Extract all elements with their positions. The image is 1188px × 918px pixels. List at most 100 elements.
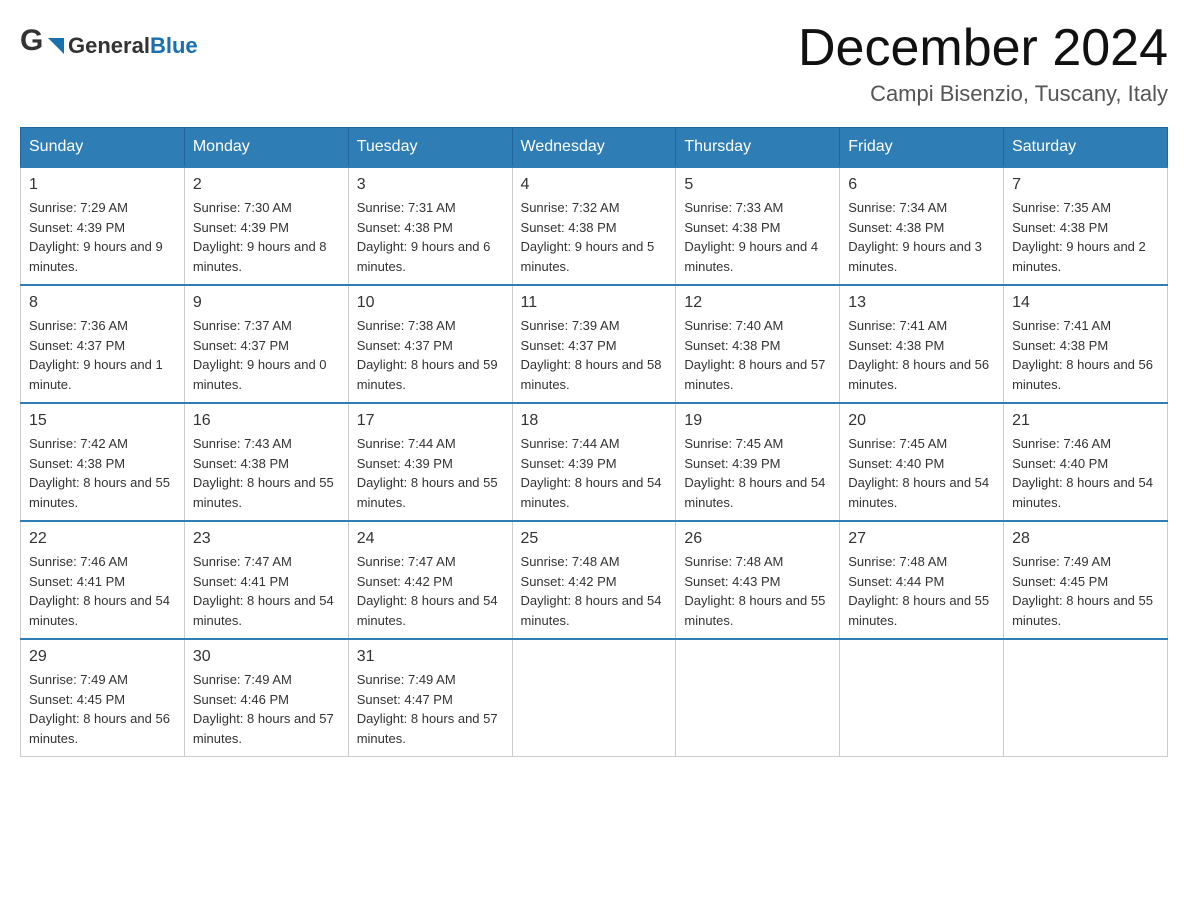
day-cell: 24 Sunrise: 7:47 AMSunset: 4:42 PMDayligh… (348, 521, 512, 639)
day-info: Sunrise: 7:42 AMSunset: 4:38 PMDaylight:… (29, 434, 176, 512)
day-number: 16 (193, 412, 340, 430)
day-cell: 14 Sunrise: 7:41 AMSunset: 4:38 PMDayligh… (1004, 285, 1168, 403)
day-cell: 28 Sunrise: 7:49 AMSunset: 4:45 PMDayligh… (1004, 521, 1168, 639)
day-number: 5 (684, 176, 831, 194)
day-cell: 13Sunrise: 7:41 AMSunset: 4:38 PMDayligh… (840, 285, 1004, 403)
col-header-tuesday: Tuesday (348, 128, 512, 168)
day-info: Sunrise: 7:44 AMSunset: 4:39 PMDaylight:… (357, 434, 504, 512)
day-cell: 7 Sunrise: 7:35 AMSunset: 4:38 PMDaylight… (1004, 167, 1168, 285)
day-number: 14 (1012, 294, 1159, 312)
day-number: 2 (193, 176, 340, 194)
day-number: 1 (29, 176, 176, 194)
logo-blue-text: Blue (150, 33, 198, 58)
day-cell: 30Sunrise: 7:49 AMSunset: 4:46 PMDayligh… (184, 639, 348, 757)
day-number: 13 (848, 294, 995, 312)
day-number: 21 (1012, 412, 1159, 430)
day-info: Sunrise: 7:39 AMSunset: 4:37 PMDaylight:… (521, 316, 668, 394)
location-subtitle: Campi Bisenzio, Tuscany, Italy (798, 81, 1168, 107)
day-info: Sunrise: 7:38 AMSunset: 4:37 PMDaylight:… (357, 316, 504, 394)
day-cell: 11 Sunrise: 7:39 AMSunset: 4:37 PMDayligh… (512, 285, 676, 403)
day-info: Sunrise: 7:30 AMSunset: 4:39 PMDaylight:… (193, 198, 340, 276)
day-info: Sunrise: 7:31 AMSunset: 4:38 PMDaylight:… (357, 198, 504, 276)
day-info: Sunrise: 7:45 AMSunset: 4:39 PMDaylight:… (684, 434, 831, 512)
main-title: December 2024 (798, 20, 1168, 77)
day-cell: 6 Sunrise: 7:34 AMSunset: 4:38 PMDaylight… (840, 167, 1004, 285)
day-info: Sunrise: 7:29 AMSunset: 4:39 PMDaylight:… (29, 198, 176, 276)
day-number: 29 (29, 648, 176, 666)
day-number: 9 (193, 294, 340, 312)
day-info: Sunrise: 7:46 AMSunset: 4:41 PMDaylight:… (29, 552, 176, 630)
col-header-friday: Friday (840, 128, 1004, 168)
day-number: 7 (1012, 176, 1159, 194)
day-cell (512, 639, 676, 757)
day-number: 18 (521, 412, 668, 430)
col-header-thursday: Thursday (676, 128, 840, 168)
day-cell: 8Sunrise: 7:36 AMSunset: 4:37 PMDaylight… (21, 285, 185, 403)
day-cell: 26 Sunrise: 7:48 AMSunset: 4:43 PMDayligh… (676, 521, 840, 639)
day-info: Sunrise: 7:41 AMSunset: 4:38 PMDaylight:… (1012, 316, 1159, 394)
week-row-5: 29 Sunrise: 7:49 AMSunset: 4:45 PMDayligh… (21, 639, 1168, 757)
day-number: 10 (357, 294, 504, 312)
day-cell: 17 Sunrise: 7:44 AMSunset: 4:39 PMDayligh… (348, 403, 512, 521)
logo: G GeneralBlue (20, 20, 198, 72)
day-cell: 27Sunrise: 7:48 AMSunset: 4:44 PMDayligh… (840, 521, 1004, 639)
day-info: Sunrise: 7:35 AMSunset: 4:38 PMDaylight:… (1012, 198, 1159, 276)
day-info: Sunrise: 7:37 AMSunset: 4:37 PMDaylight:… (193, 316, 340, 394)
day-info: Sunrise: 7:45 AMSunset: 4:40 PMDaylight:… (848, 434, 995, 512)
col-header-saturday: Saturday (1004, 128, 1168, 168)
day-info: Sunrise: 7:40 AMSunset: 4:38 PMDaylight:… (684, 316, 831, 394)
day-cell: 31Sunrise: 7:49 AMSunset: 4:47 PMDayligh… (348, 639, 512, 757)
day-cell: 2 Sunrise: 7:30 AMSunset: 4:39 PMDaylight… (184, 167, 348, 285)
day-number: 22 (29, 530, 176, 548)
day-info: Sunrise: 7:33 AMSunset: 4:38 PMDaylight:… (684, 198, 831, 276)
day-number: 30 (193, 648, 340, 666)
day-number: 17 (357, 412, 504, 430)
day-info: Sunrise: 7:49 AMSunset: 4:45 PMDaylight:… (29, 670, 176, 748)
day-info: Sunrise: 7:48 AMSunset: 4:44 PMDaylight:… (848, 552, 995, 630)
week-row-2: 8Sunrise: 7:36 AMSunset: 4:37 PMDaylight… (21, 285, 1168, 403)
day-info: Sunrise: 7:34 AMSunset: 4:38 PMDaylight:… (848, 198, 995, 276)
col-header-sunday: Sunday (21, 128, 185, 168)
day-info: Sunrise: 7:48 AMSunset: 4:43 PMDaylight:… (684, 552, 831, 630)
day-info: Sunrise: 7:32 AMSunset: 4:38 PMDaylight:… (521, 198, 668, 276)
day-info: Sunrise: 7:49 AMSunset: 4:45 PMDaylight:… (1012, 552, 1159, 630)
day-cell: 5 Sunrise: 7:33 AMSunset: 4:38 PMDaylight… (676, 167, 840, 285)
day-info: Sunrise: 7:46 AMSunset: 4:40 PMDaylight:… (1012, 434, 1159, 512)
day-cell: 23Sunrise: 7:47 AMSunset: 4:41 PMDayligh… (184, 521, 348, 639)
day-cell: 16Sunrise: 7:43 AMSunset: 4:38 PMDayligh… (184, 403, 348, 521)
day-number: 4 (521, 176, 668, 194)
day-info: Sunrise: 7:49 AMSunset: 4:47 PMDaylight:… (357, 670, 504, 748)
day-number: 11 (521, 294, 668, 312)
day-number: 26 (684, 530, 831, 548)
svg-text:G: G (20, 24, 43, 57)
col-header-monday: Monday (184, 128, 348, 168)
day-number: 12 (684, 294, 831, 312)
day-number: 28 (1012, 530, 1159, 548)
day-cell: 29 Sunrise: 7:49 AMSunset: 4:45 PMDayligh… (21, 639, 185, 757)
logo-icon: G (20, 20, 68, 72)
day-cell: 12 Sunrise: 7:40 AMSunset: 4:38 PMDayligh… (676, 285, 840, 403)
day-number: 15 (29, 412, 176, 430)
day-cell (676, 639, 840, 757)
day-cell: 15 Sunrise: 7:42 AMSunset: 4:38 PMDayligh… (21, 403, 185, 521)
day-cell (1004, 639, 1168, 757)
day-number: 25 (521, 530, 668, 548)
calendar-title-area: December 2024 Campi Bisenzio, Tuscany, I… (798, 20, 1168, 107)
day-cell: 19 Sunrise: 7:45 AMSunset: 4:39 PMDayligh… (676, 403, 840, 521)
day-cell: 10 Sunrise: 7:38 AMSunset: 4:37 PMDayligh… (348, 285, 512, 403)
week-row-3: 15 Sunrise: 7:42 AMSunset: 4:38 PMDayligh… (21, 403, 1168, 521)
day-info: Sunrise: 7:47 AMSunset: 4:42 PMDaylight:… (357, 552, 504, 630)
day-cell: 3Sunrise: 7:31 AMSunset: 4:38 PMDaylight… (348, 167, 512, 285)
week-row-1: 1 Sunrise: 7:29 AMSunset: 4:39 PMDaylight… (21, 167, 1168, 285)
day-number: 19 (684, 412, 831, 430)
col-header-wednesday: Wednesday (512, 128, 676, 168)
day-number: 6 (848, 176, 995, 194)
day-number: 20 (848, 412, 995, 430)
day-cell: 9 Sunrise: 7:37 AMSunset: 4:37 PMDaylight… (184, 285, 348, 403)
day-cell: 4 Sunrise: 7:32 AMSunset: 4:38 PMDaylight… (512, 167, 676, 285)
calendar-header-row: SundayMondayTuesdayWednesdayThursdayFrid… (21, 128, 1168, 168)
day-number: 24 (357, 530, 504, 548)
day-cell: 20 Sunrise: 7:45 AMSunset: 4:40 PMDayligh… (840, 403, 1004, 521)
page-header: G GeneralBlue December 2024 Campi Bisenz… (20, 20, 1168, 107)
logo-general-text: General (68, 33, 150, 58)
